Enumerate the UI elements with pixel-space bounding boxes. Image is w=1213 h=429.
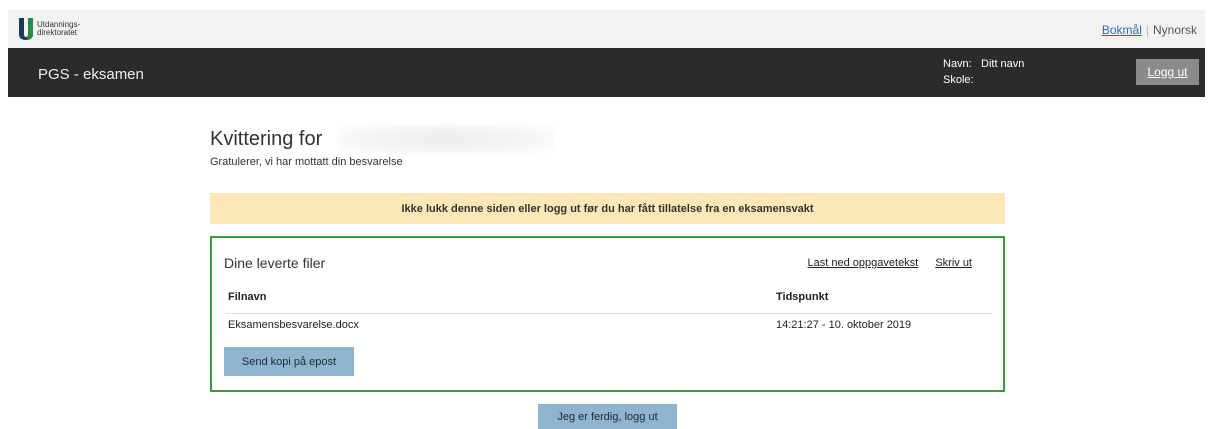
file-name-cell: Eksamensbesvarelse.docx bbox=[228, 319, 359, 331]
column-header-time: Tidspunkt bbox=[776, 291, 829, 303]
finish-logout-button[interactable]: Jeg er ferdig, logg ut bbox=[538, 404, 677, 429]
logo-line-2: direktoratet bbox=[37, 28, 78, 37]
logo-text: Utdannings- direktoratet bbox=[37, 21, 80, 37]
name-label: Navn: bbox=[943, 58, 972, 70]
send-copy-email-button[interactable]: Send kopi på epost bbox=[224, 347, 354, 376]
warning-banner: Ikke lukk denne siden eller logg ut før … bbox=[210, 193, 1005, 224]
udir-logo[interactable]: Utdannings- direktoratet bbox=[19, 18, 80, 40]
column-header-filename: Filnavn bbox=[228, 291, 267, 303]
name-value: Ditt navn bbox=[981, 58, 1025, 70]
user-info: Navn: Ditt navn Skole: bbox=[943, 56, 1024, 88]
download-task-link[interactable]: Last ned oppgavetekst bbox=[808, 257, 919, 269]
file-time-cell: 14:21:27 - 10. oktober 2019 bbox=[776, 319, 912, 331]
page-subtitle: Gratulerer, vi har mottatt din besvarels… bbox=[210, 156, 403, 168]
top-bar: Utdannings- direktoratet Bokmål | Nynorsk bbox=[8, 10, 1205, 48]
app-title: PGS - eksamen bbox=[38, 66, 144, 83]
logout-button[interactable]: Logg ut bbox=[1136, 59, 1199, 85]
files-panel-title: Dine leverte filer bbox=[224, 255, 326, 271]
lang-bokmal-link[interactable]: Bokmål bbox=[1102, 23, 1142, 37]
lang-nynorsk-link[interactable]: Nynorsk bbox=[1153, 23, 1197, 37]
school-label: Skole: bbox=[943, 74, 974, 86]
udir-logo-icon bbox=[19, 18, 33, 40]
panel-links: Last ned oppgavetekst Skriv ut bbox=[794, 257, 972, 269]
table-divider bbox=[226, 313, 992, 314]
delivered-files-panel: Dine leverte filer Last ned oppgavetekst… bbox=[210, 236, 1005, 392]
redacted-exam-name bbox=[338, 124, 553, 154]
app-header: PGS - eksamen Navn: Ditt navn Skole: Logg… bbox=[8, 48, 1205, 97]
language-switcher: Bokmål | Nynorsk bbox=[1102, 23, 1197, 37]
lang-separator: | bbox=[1145, 23, 1149, 37]
print-link[interactable]: Skriv ut bbox=[935, 257, 972, 269]
page-title: Kvittering for bbox=[210, 128, 323, 150]
